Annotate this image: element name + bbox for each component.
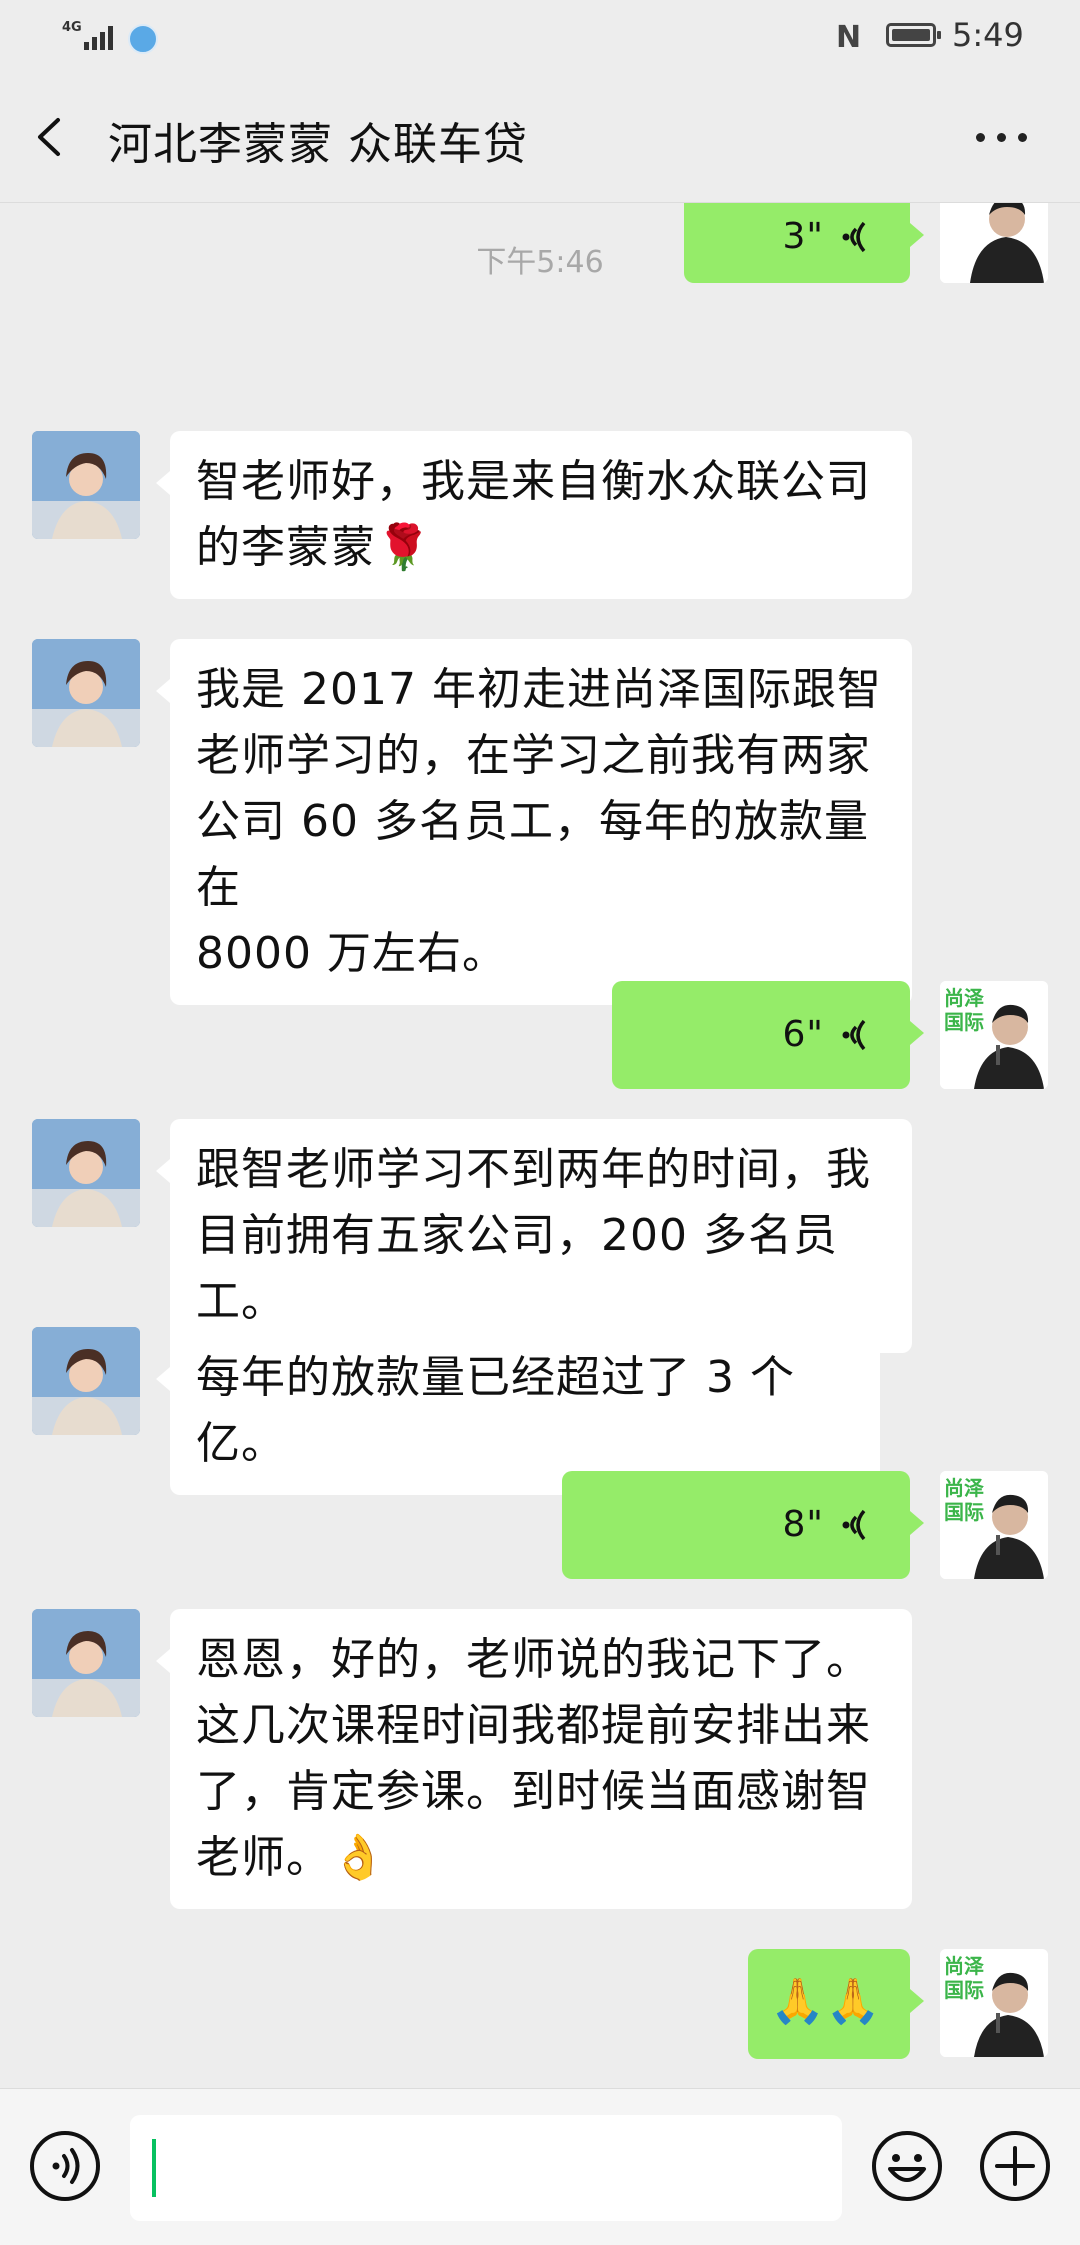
plus-icon bbox=[980, 2131, 1050, 2201]
message-line: 公司 60 多名员工，每年的放款量在 bbox=[196, 796, 869, 913]
contact-avatar[interactable] bbox=[32, 1327, 140, 1435]
clock: 5:49 bbox=[952, 16, 1024, 54]
self-avatar[interactable]: 尚泽 国际 bbox=[940, 981, 1048, 1089]
voice-wave-icon bbox=[842, 1019, 866, 1051]
signal-icon: 4G bbox=[62, 20, 122, 54]
message-timestamp: 下午5:46 bbox=[476, 245, 604, 280]
network-type: 4G bbox=[62, 20, 82, 35]
emoji-button[interactable] bbox=[870, 2129, 944, 2203]
brand-text: 尚泽 bbox=[944, 1954, 984, 1978]
message-line: 每年的放款量已经超过了 3 个亿。 bbox=[196, 1352, 795, 1469]
voice-message-bubble[interactable]: 6" bbox=[612, 981, 924, 1089]
incoming-message[interactable]: 恩恩，好的，老师说的我记下了。 这几次课程时间我都提前安排出来 了，肯定参课。到… bbox=[156, 1609, 912, 1909]
nfc-icon: N bbox=[836, 20, 862, 55]
brand-text: 国际 bbox=[944, 1500, 984, 1524]
voice-message-bubble[interactable]: 8" bbox=[562, 1471, 924, 1579]
self-avatar[interactable]: 尚泽 国际 bbox=[940, 1949, 1048, 2057]
app-notification-icon bbox=[128, 24, 158, 54]
contact-avatar[interactable] bbox=[32, 639, 140, 747]
status-bar: 4G N 5:49 bbox=[0, 0, 1080, 72]
message-line: 的李蒙蒙🌹 bbox=[196, 522, 432, 573]
brand-text: 尚泽 bbox=[944, 986, 984, 1010]
message-input[interactable] bbox=[130, 2115, 842, 2221]
back-button[interactable] bbox=[28, 112, 78, 162]
more-dots-icon bbox=[976, 133, 985, 142]
chat-title: 河北李蒙蒙 众联车贷 bbox=[108, 119, 528, 170]
brand-text: 国际 bbox=[944, 1010, 984, 1034]
message-line: 智老师好，我是来自衡水众联公司 bbox=[196, 456, 871, 507]
input-bar bbox=[0, 2088, 1080, 2245]
battery-icon bbox=[886, 23, 941, 47]
brand-text: 国际 bbox=[944, 1978, 984, 2002]
contact-avatar[interactable] bbox=[32, 431, 140, 539]
voice-duration: 6" bbox=[782, 1014, 824, 1055]
voice-input-button[interactable] bbox=[28, 2129, 102, 2203]
incoming-message[interactable]: 跟智老师学习不到两年的时间，我 目前拥有五家公司，200 多名员工。 bbox=[156, 1119, 912, 1353]
chat-header: 河北李蒙蒙 众联车贷 bbox=[0, 72, 1080, 203]
message-line: 了，肯定参课。到时候当面感谢智 bbox=[196, 1766, 871, 1817]
emoji-icon bbox=[872, 2131, 942, 2201]
voice-wave-icon bbox=[842, 1509, 866, 1541]
back-arrow-icon bbox=[38, 118, 60, 156]
message-line: 目前拥有五家公司，200 多名员工。 bbox=[196, 1210, 838, 1327]
self-avatar[interactable]: 尚泽 国际 bbox=[940, 1471, 1048, 1579]
message-line: 老师。👌 bbox=[196, 1832, 387, 1883]
text-caret bbox=[152, 2139, 156, 2197]
incoming-message[interactable]: 智老师好，我是来自衡水众联公司 的李蒙蒙🌹 bbox=[156, 431, 912, 599]
message-line: 我是 2017 年初走进尚泽国际跟智 bbox=[196, 664, 882, 715]
more-button[interactable] bbox=[972, 112, 1032, 162]
voice-duration: 8" bbox=[782, 1504, 824, 1545]
message-line: 恩恩，好的，老师说的我记下了。 bbox=[196, 1634, 871, 1685]
message-emoji: 🙏🙏 bbox=[770, 1976, 882, 2027]
outgoing-message[interactable]: 🙏🙏 bbox=[748, 1949, 924, 2059]
incoming-message[interactable]: 我是 2017 年初走进尚泽国际跟智 老师学习的，在学习之前我有两家 公司 60… bbox=[156, 639, 912, 1005]
message-line: 这几次课程时间我都提前安排出来 bbox=[196, 1700, 871, 1751]
brand-text: 尚泽 bbox=[944, 1476, 984, 1500]
incoming-message[interactable]: 每年的放款量已经超过了 3 个亿。 bbox=[156, 1327, 880, 1495]
message-line: 老师学习的，在学习之前我有两家 bbox=[196, 730, 871, 781]
message-line: 跟智老师学习不到两年的时间，我 bbox=[196, 1144, 871, 1195]
more-functions-button[interactable] bbox=[978, 2129, 1052, 2203]
message-line: 8000 万左右。 bbox=[196, 928, 507, 979]
voice-wave-icon bbox=[30, 2131, 100, 2201]
contact-avatar[interactable] bbox=[32, 1119, 140, 1227]
chat-history[interactable]: 3" 下午5:46 智老师好，我是来自衡水众联公司 的李蒙蒙🌹 我是 2017 … bbox=[0, 203, 1080, 2088]
contact-avatar[interactable] bbox=[32, 1609, 140, 1717]
